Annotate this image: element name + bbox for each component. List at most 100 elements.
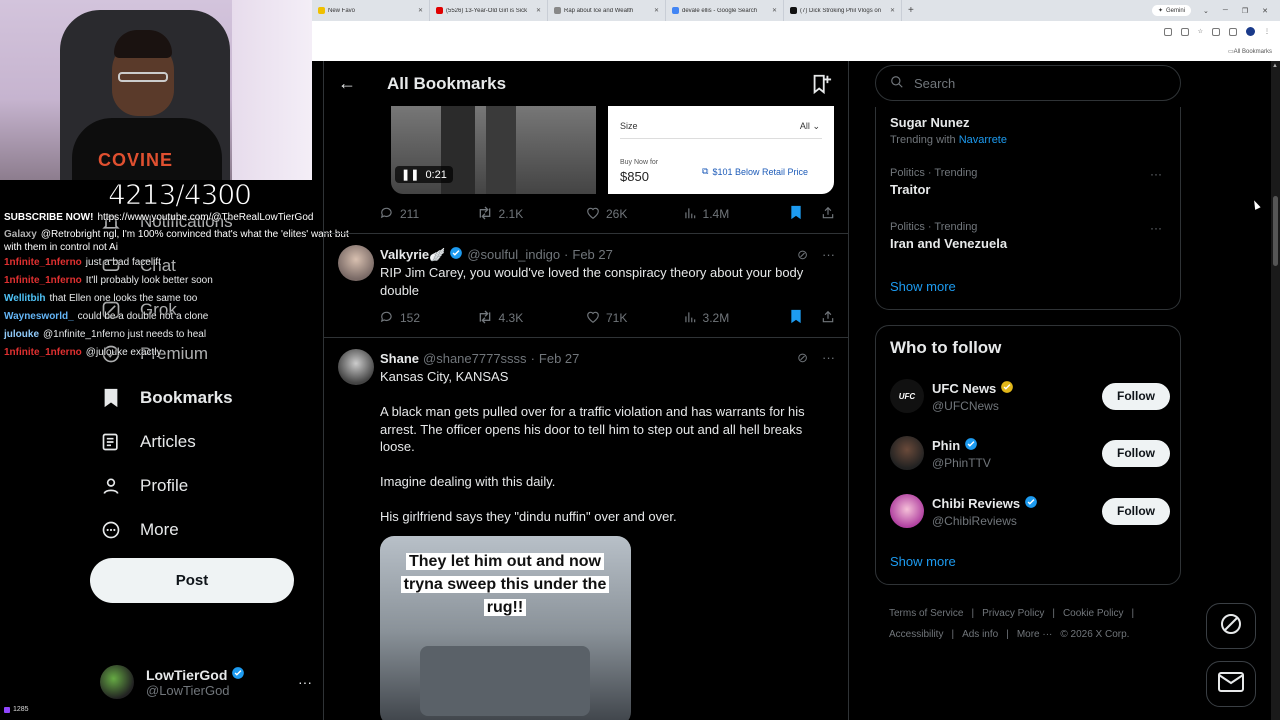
footer-link[interactable]: Ads info: [962, 629, 998, 640]
close-window-icon[interactable]: ✕: [1262, 7, 1268, 15]
share-icon[interactable]: [821, 206, 835, 223]
post-button[interactable]: Post: [90, 558, 294, 603]
close-icon[interactable]: ✕: [654, 7, 659, 14]
sidebar-item-articles[interactable]: Articles: [88, 420, 318, 464]
footer-link[interactable]: Cookie Policy: [1063, 608, 1124, 619]
minimize-icon[interactable]: ─: [1223, 7, 1228, 15]
browser-tab[interactable]: (7) Dick Stroking Phil Vlogs on ✕: [784, 0, 902, 21]
bookmark-filled-icon[interactable]: [790, 309, 802, 327]
video-timestamp[interactable]: ❚❚ 0:21: [395, 166, 453, 183]
follow-suggestion[interactable]: UFC UFC News @UFCNews Follow: [890, 376, 1170, 416]
repost-button[interactable]: 2.1K: [477, 206, 586, 223]
verified-badge-icon: [964, 437, 978, 454]
share-icon[interactable]: [821, 310, 835, 327]
search-input[interactable]: Search: [875, 65, 1181, 101]
timeline-header: ← All Bookmarks: [324, 61, 848, 106]
close-icon[interactable]: ✕: [772, 7, 777, 14]
grok-float-button[interactable]: [1206, 603, 1256, 649]
more-dots-icon[interactable]: ···: [1150, 221, 1162, 235]
trend-item[interactable]: Politics · Trending Traitor ···: [890, 167, 1170, 197]
grok-icon[interactable]: ⊘: [797, 247, 808, 263]
trend-item[interactable]: Politics · Trending Iran and Venezuela ·…: [890, 221, 1170, 251]
bookmark-filled-icon[interactable]: [790, 205, 802, 223]
sidebar-item-more[interactable]: More: [88, 508, 318, 552]
show-more-follow-link[interactable]: Show more: [890, 554, 956, 569]
avatar[interactable]: [338, 349, 374, 385]
repost-button[interactable]: 4.3K: [477, 310, 586, 327]
close-icon[interactable]: ✕: [418, 7, 423, 14]
browser-tab[interactable]: (5526) 13-Year-Old Girl is Sick ✕: [430, 0, 548, 21]
like-button[interactable]: 26K: [586, 206, 683, 223]
tweet-actions: 152 4.3K 71K 3.2M: [380, 308, 835, 328]
close-icon[interactable]: ✕: [536, 7, 541, 14]
views-button[interactable]: 3.2M: [683, 310, 790, 327]
new-bookmark-folder-icon[interactable]: [810, 73, 832, 95]
tweet-author-handle[interactable]: @soulful_indigo: [467, 247, 560, 262]
browser-tab[interactable]: devale ellis - Google Search ✕: [666, 0, 784, 21]
trend-related-link[interactable]: Navarrete: [959, 134, 1007, 146]
scrollbar[interactable]: ▲: [1271, 61, 1280, 720]
repost-icon: [477, 206, 493, 223]
chat-username: 1nfinite_1nferno: [4, 257, 82, 268]
reply-button[interactable]: 211: [380, 206, 477, 223]
reply-button[interactable]: 152: [380, 310, 477, 327]
sidebar-item-bookmarks[interactable]: Bookmarks: [88, 376, 318, 420]
tweet-date[interactable]: Feb 27: [572, 247, 612, 262]
tweet-author-name[interactable]: Valkyrie🪽: [380, 247, 445, 263]
footer-more-link[interactable]: More ···: [1017, 629, 1053, 640]
more-dots-icon[interactable]: ···: [822, 350, 835, 366]
star-icon[interactable]: ☆: [1198, 28, 1203, 35]
show-more-trends-link[interactable]: Show more: [890, 279, 956, 294]
avatar[interactable]: [338, 245, 374, 281]
webcam-shirt-graphic: COVINE: [98, 150, 174, 170]
sidebar-item-profile[interactable]: Profile: [88, 464, 318, 508]
tweet-author-name[interactable]: Shane: [380, 351, 419, 366]
close-icon[interactable]: ✕: [890, 7, 895, 14]
tweet-date[interactable]: Feb 27: [539, 351, 579, 366]
more-dots-icon[interactable]: ···: [822, 247, 835, 263]
video-thumbnail[interactable]: ❚❚ 0:21: [391, 106, 596, 194]
tweet-image[interactable]: They let him out and now tryna sweep thi…: [380, 536, 631, 720]
follow-suggestion[interactable]: Chibi Reviews @ChibiReviews Follow: [890, 491, 1170, 531]
zoom-icon[interactable]: [1163, 27, 1172, 36]
gemini-button[interactable]: ✦ Gemini: [1151, 5, 1191, 16]
new-tab-button[interactable]: +: [902, 5, 920, 16]
extensions-icon[interactable]: [1212, 27, 1220, 36]
scroll-up-icon[interactable]: ▲: [1272, 63, 1278, 69]
browser-tab[interactable]: New Favo ✕: [312, 0, 430, 21]
profile-avatar-icon[interactable]: [1246, 27, 1255, 36]
like-button[interactable]: 71K: [586, 310, 683, 327]
scrollbar-thumb[interactable]: [1273, 196, 1278, 266]
maximize-icon[interactable]: ❐: [1242, 7, 1248, 15]
account-switcher[interactable]: LowTierGod @LowTierGod ···: [100, 660, 312, 704]
views-button[interactable]: 1.4M: [683, 206, 790, 223]
footer-link[interactable]: Accessibility: [889, 629, 943, 640]
browser-tab[interactable]: Rap about Ice and Wealth ✕: [548, 0, 666, 21]
more-dots-icon[interactable]: ···: [1150, 167, 1162, 181]
ad-size-select[interactable]: All ⌄: [800, 121, 820, 132]
footer-link[interactable]: Terms of Service: [889, 608, 963, 619]
tab-search-icon[interactable]: ⌄: [1203, 7, 1209, 15]
page-title: All Bookmarks: [387, 73, 507, 93]
messages-float-button[interactable]: [1206, 661, 1256, 707]
product-ad-card[interactable]: Size All ⌄ Buy Now for $850 ⧉ $101 Below …: [608, 106, 834, 194]
follow-button[interactable]: Follow: [1102, 382, 1170, 410]
trend-item[interactable]: Sugar Nunez Trending with Navarrete: [890, 112, 1170, 146]
follow-button[interactable]: Follow: [1102, 497, 1170, 525]
follow-button[interactable]: Follow: [1102, 439, 1170, 467]
tweet-media[interactable]: ❚❚ 0:21 Size All ⌄ Buy Now for $850 ⧉ $101…: [391, 106, 834, 194]
cast-icon[interactable]: [1180, 27, 1189, 36]
video-time-label: 0:21: [425, 168, 447, 181]
grok-icon[interactable]: ⊘: [797, 350, 808, 366]
verified-badge-icon: [1024, 495, 1038, 512]
all-bookmarks-link[interactable]: All Bookmarks: [1234, 49, 1272, 55]
footer-link[interactable]: Privacy Policy: [982, 608, 1044, 619]
webcam-overlay: COVINE: [0, 0, 312, 180]
chat-message: 1nfinite_1nferno It'll probably look bett…: [4, 272, 354, 290]
menu-icon[interactable]: ⋮: [1264, 28, 1270, 35]
follow-suggestion[interactable]: Phin @PhinTTV Follow: [890, 433, 1170, 473]
tweet-author-handle[interactable]: @shane7777ssss: [423, 351, 527, 366]
sidepanel-icon[interactable]: [1229, 27, 1237, 36]
more-dots-icon[interactable]: ···: [298, 674, 312, 690]
back-arrow-icon[interactable]: ←: [338, 73, 360, 94]
